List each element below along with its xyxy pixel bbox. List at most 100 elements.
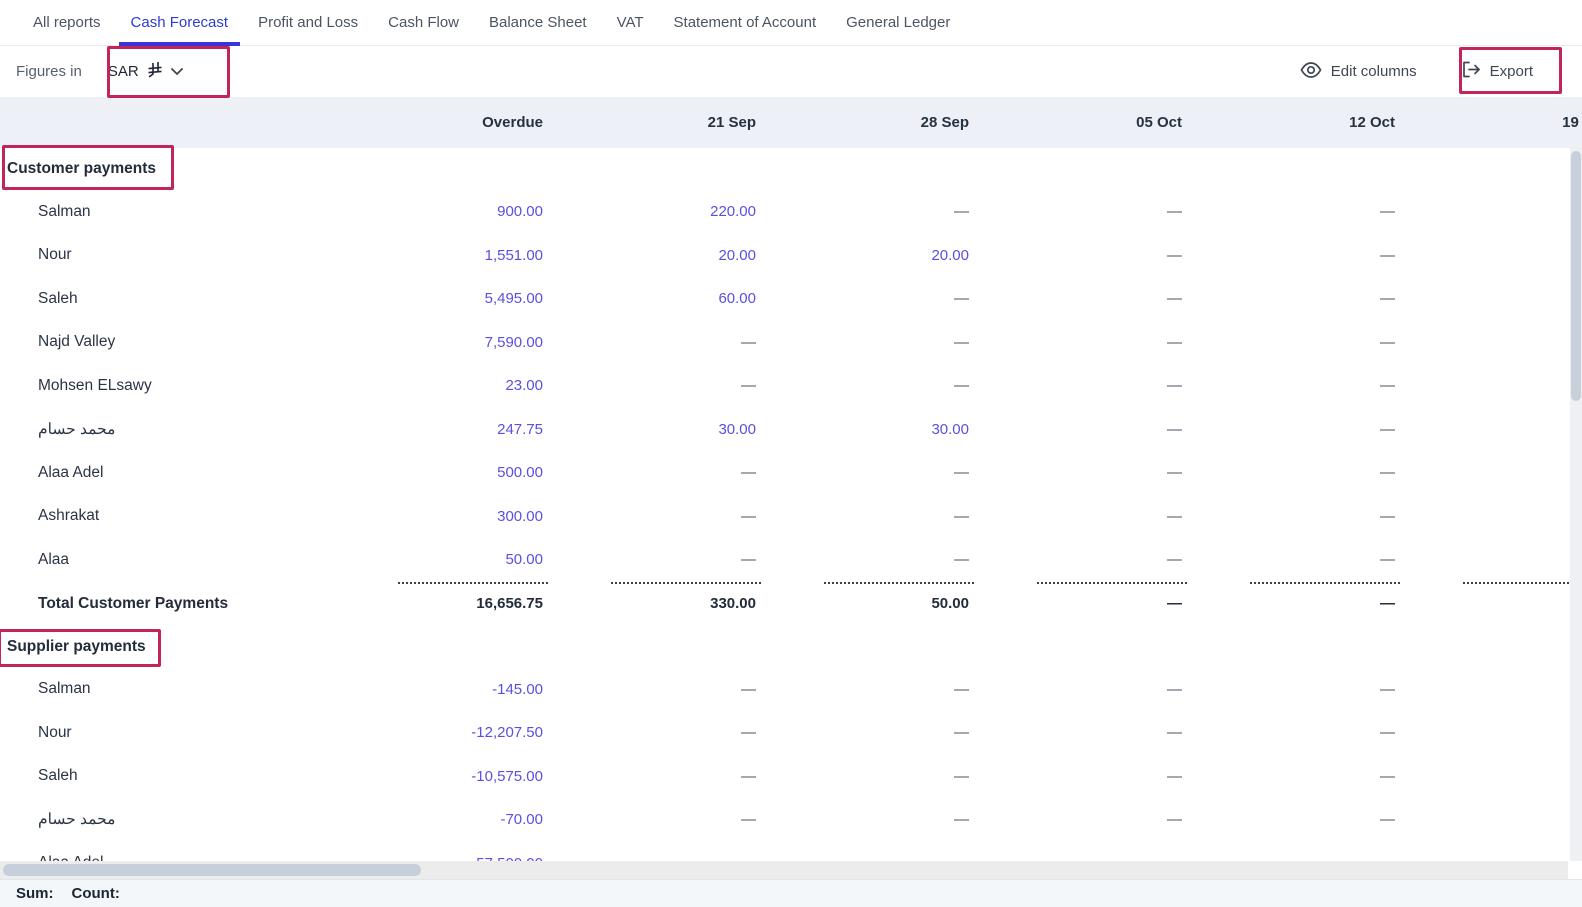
row-label: Saleh: [0, 767, 330, 785]
value-cell: —: [1182, 724, 1395, 741]
total-value-cell: —: [969, 582, 1182, 626]
value-cell: 220.00: [543, 203, 756, 220]
section-header-row: Customer payments: [0, 148, 1582, 190]
tab-general-ledger[interactable]: General Ledger: [834, 0, 962, 46]
value-cell: 23.00: [330, 377, 543, 394]
sum-label: Sum:: [16, 885, 54, 902]
value-cell: —: [756, 811, 969, 828]
row-label: Salman: [0, 203, 330, 221]
edit-columns-button[interactable]: Edit columns: [1300, 62, 1417, 82]
status-bar: Sum: Count:: [0, 879, 1582, 907]
value-cell: —: [756, 768, 969, 785]
table-row[interactable]: Alaa Adel -57,500.00————: [0, 842, 1582, 862]
tab-profit-and-loss[interactable]: Profit and Loss: [246, 0, 370, 46]
table-row[interactable]: Alaa 50.00————: [0, 538, 1582, 582]
value-cell: 7,590.00: [330, 334, 543, 351]
column-header[interactable]: 21 Sep: [543, 114, 756, 131]
horizontal-scrollbar-thumb[interactable]: [3, 864, 421, 876]
table-row[interactable]: Najd Valley 7,590.00————: [0, 321, 1582, 365]
value-cell: 60.00: [543, 290, 756, 307]
value-cell: 900.00: [330, 203, 543, 220]
tab-cash-forecast[interactable]: Cash Forecast: [119, 0, 241, 46]
value-cell: —: [756, 203, 969, 220]
row-label: Alaa Adel: [0, 854, 330, 861]
table-row[interactable]: محمد حسام 247.7530.0030.00——: [0, 408, 1582, 452]
section-title: Supplier payments: [0, 638, 330, 656]
value-cell: —: [756, 334, 969, 351]
value-cell: —: [756, 377, 969, 394]
row-label: محمد حسام: [0, 420, 330, 439]
tab-balance-sheet[interactable]: Balance Sheet: [477, 0, 599, 46]
tab-vat[interactable]: VAT: [605, 0, 656, 46]
table-row[interactable]: Nour -12,207.50————: [0, 711, 1582, 755]
value-cell: —: [969, 290, 1182, 307]
table-row[interactable]: Salman -145.00————: [0, 668, 1582, 712]
tab-statement-of-account[interactable]: Statement of Account: [662, 0, 829, 46]
export-label: Export: [1490, 63, 1533, 80]
table-row[interactable]: Alaa Adel 500.00————: [0, 451, 1582, 495]
table-row[interactable]: Nour 1,551.0020.0020.00——: [0, 234, 1582, 278]
report-tabs-nav: All reportsCash ForecastProfit and LossC…: [0, 0, 1582, 46]
value-cell: 30.00: [543, 421, 756, 438]
table-row[interactable]: Mohsen ELsawy 23.00————: [0, 364, 1582, 408]
value-cell: —: [969, 203, 1182, 220]
column-header[interactable]: 19 Oct: [1395, 114, 1582, 131]
value-cell: 20.00: [543, 247, 756, 264]
value-cell: —: [543, 508, 756, 525]
column-header[interactable]: 12 Oct: [1182, 114, 1395, 131]
value-cell: -10,575.00: [330, 768, 543, 785]
row-label: Alaa: [0, 551, 330, 569]
table-row[interactable]: Saleh -10,575.00————: [0, 755, 1582, 799]
value-cell: —: [543, 681, 756, 698]
tab-all-reports[interactable]: All reports: [21, 0, 113, 46]
table-row[interactable]: Saleh 5,495.0060.00———: [0, 277, 1582, 321]
currency-code: SAR: [108, 63, 139, 80]
value-cell: —: [1182, 811, 1395, 828]
row-label: Nour: [0, 246, 330, 264]
value-cell: —: [543, 768, 756, 785]
total-row: Total Customer Payments 16,656.75330.005…: [0, 582, 1582, 626]
value-cell: —: [969, 247, 1182, 264]
tab-cash-flow[interactable]: Cash Flow: [376, 0, 471, 46]
table-row[interactable]: Salman 900.00220.00———: [0, 190, 1582, 234]
value-cell: —: [969, 334, 1182, 351]
horizontal-scrollbar[interactable]: [0, 861, 1568, 879]
row-label: Najd Valley: [0, 333, 330, 351]
value-cell: —: [1182, 203, 1395, 220]
column-header[interactable]: 28 Sep: [756, 114, 969, 131]
table-row[interactable]: Ashrakat 300.00————: [0, 495, 1582, 539]
table-row[interactable]: محمد حسام -70.00————: [0, 798, 1582, 842]
vertical-scrollbar[interactable]: [1570, 148, 1582, 861]
value-cell: —: [969, 464, 1182, 481]
row-label: Alaa Adel: [0, 464, 330, 482]
value-cell: —: [1182, 768, 1395, 785]
table-header-row: Overdue21 Sep28 Sep05 Oct12 Oct19 Oct: [0, 97, 1582, 148]
figures-in-label: Figures in: [16, 63, 82, 80]
vertical-scrollbar-thumb[interactable]: [1571, 151, 1581, 401]
value-cell: 50.00: [330, 551, 543, 568]
value-cell: 1,551.00: [330, 247, 543, 264]
column-header[interactable]: Overdue: [330, 114, 543, 131]
total-value-cell: 16,656.75: [330, 582, 543, 626]
value-cell: —: [756, 290, 969, 307]
value-cell: —: [543, 811, 756, 828]
saudi-riyal-icon: [147, 61, 162, 82]
export-button[interactable]: Export: [1462, 61, 1533, 82]
value-cell: —: [756, 464, 969, 481]
value-cell: -12,207.50: [330, 724, 543, 741]
value-cell: —: [1182, 681, 1395, 698]
column-header[interactable]: 05 Oct: [969, 114, 1182, 131]
value-cell: —: [969, 724, 1182, 741]
section-header-row: Supplier payments: [0, 626, 1582, 668]
row-label: Nour: [0, 724, 330, 742]
row-label: Saleh: [0, 290, 330, 308]
currency-dropdown[interactable]: SAR: [104, 55, 188, 88]
table-body: Customer payments Salman 900.00220.00———…: [0, 148, 1582, 861]
value-cell: —: [543, 724, 756, 741]
value-cell: -70.00: [330, 811, 543, 828]
value-cell: —: [969, 681, 1182, 698]
value-cell: —: [1182, 464, 1395, 481]
row-label: Mohsen ELsawy: [0, 377, 330, 395]
total-label: Total Customer Payments: [0, 582, 330, 626]
value-cell: —: [969, 811, 1182, 828]
